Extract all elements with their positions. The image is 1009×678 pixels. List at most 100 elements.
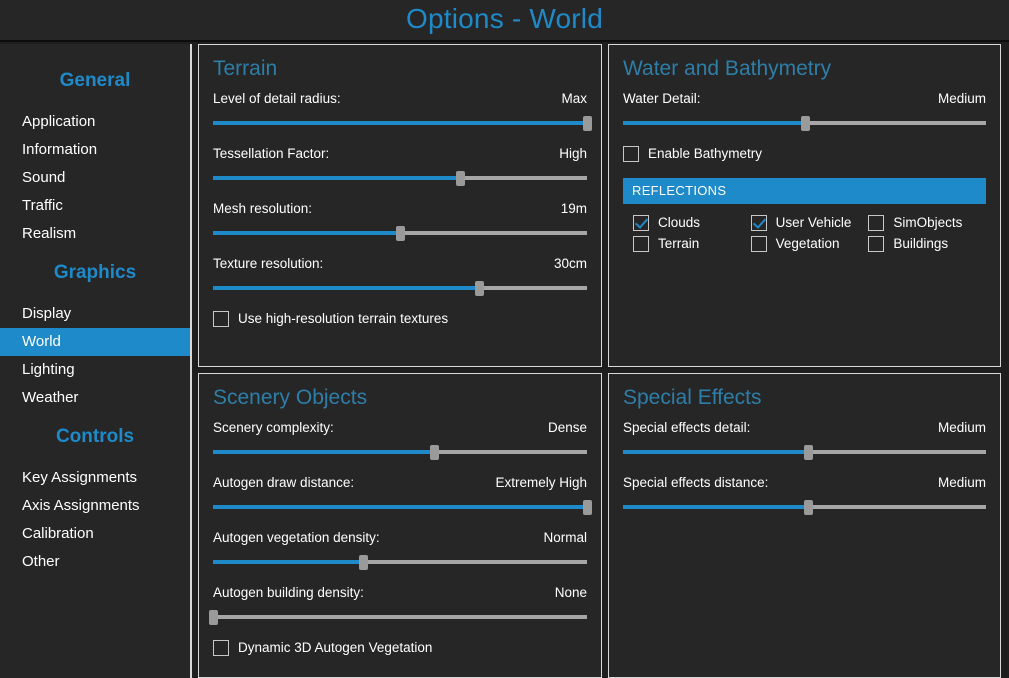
slider-tessellation-factor[interactable] [213, 171, 587, 185]
checkbox-box[interactable] [213, 311, 229, 327]
panel-title-effects: Special Effects [623, 386, 986, 410]
slider-thumb[interactable] [583, 116, 592, 131]
slider-label: Level of detail radius: [213, 91, 341, 107]
checkbox-label: Use high-resolution terrain textures [238, 311, 448, 327]
slider-autogen-building-density[interactable] [213, 610, 587, 624]
slider-thumb[interactable] [804, 500, 813, 515]
settings-sidebar: GeneralApplicationInformationSoundTraffi… [0, 44, 192, 678]
slider-thumb[interactable] [475, 281, 484, 296]
checkbox-label: Dynamic 3D Autogen Vegetation [238, 640, 432, 656]
slider-value: Medium [938, 91, 986, 107]
checkbox-user-vehicle[interactable]: User Vehicle [751, 215, 869, 231]
sidebar-item-display[interactable]: Display [0, 300, 190, 328]
slider-value: Normal [543, 530, 587, 546]
slider-mesh-resolution[interactable] [213, 226, 587, 240]
slider-row-water-detail: Water Detail: Medium [623, 91, 986, 130]
checkbox-buildings[interactable]: Buildings [868, 236, 986, 252]
sidebar-item-weather[interactable]: Weather [0, 384, 190, 412]
section-banner-reflections: REFLECTIONS [623, 178, 986, 204]
slider-value: None [555, 585, 587, 601]
slider-row-autogen-building-density: Autogen building density:None [213, 585, 587, 624]
sidebar-item-world[interactable]: World [0, 328, 190, 356]
window-titlebar: Options - World [0, 0, 1009, 42]
panel-body-water: Water Detail: Medium Enable Bathymetry REFL… [623, 91, 986, 252]
slider-rail [213, 615, 587, 619]
checkmark-icon[interactable] [751, 215, 767, 231]
checkbox-terrain[interactable]: Terrain [633, 236, 751, 252]
checkbox-simobjects[interactable]: SimObjects [868, 215, 986, 231]
sidebar-item-axis-assignments[interactable]: Axis Assignments [0, 492, 190, 520]
slider-texture-resolution[interactable] [213, 281, 587, 295]
slider-special-effects-detail[interactable] [623, 445, 986, 459]
checkbox-label: Terrain [658, 236, 699, 252]
sidebar-item-other[interactable]: Other [0, 548, 190, 576]
slider-row-autogen-draw-distance: Autogen draw distance:Extremely High [213, 475, 587, 514]
slider-thumb[interactable] [209, 610, 218, 625]
sidebar-item-information[interactable]: Information [0, 136, 190, 164]
sidebar-item-sound[interactable]: Sound [0, 164, 190, 192]
slider-fill [213, 286, 479, 290]
slider-row-mesh-resolution: Mesh resolution: 19m [213, 201, 587, 240]
slider-thumb[interactable] [359, 555, 368, 570]
slider-labels: Scenery complexity:Dense [213, 420, 587, 436]
checkbox-box[interactable] [868, 215, 884, 231]
checkbox-box[interactable] [633, 236, 649, 252]
panel-body-terrain: Level of detail radius: Max Tessellation F… [213, 91, 587, 327]
panel-body-scenery: Scenery complexity:Dense Autogen draw dis… [213, 420, 587, 656]
slider-row-special-effects-distance: Special effects distance:Medium [623, 475, 986, 514]
sidebar-item-application[interactable]: Application [0, 108, 190, 136]
checkbox-dynamic-3d-autogen-vegetation[interactable]: Dynamic 3D Autogen Vegetation [213, 640, 587, 656]
slider-value: 30cm [554, 256, 587, 272]
slider-special-effects-distance[interactable] [623, 500, 986, 514]
slider-value: Max [561, 91, 587, 107]
sidebar-item-key-assignments[interactable]: Key Assignments [0, 464, 190, 492]
slider-label: Texture resolution: [213, 256, 323, 272]
slider-scenery-complexity[interactable] [213, 445, 587, 459]
slider-thumb[interactable] [583, 500, 592, 515]
checkmark-icon[interactable] [633, 215, 649, 231]
slider-fill [623, 121, 805, 125]
slider-labels: Texture resolution: 30cm [213, 256, 587, 272]
slider-value: Extremely High [495, 475, 587, 491]
slider-value: Dense [548, 420, 587, 436]
checkbox-box[interactable] [868, 236, 884, 252]
checkbox-use-high-resolution-terrain-textures[interactable]: Use high-resolution terrain textures [213, 311, 587, 327]
slider-thumb[interactable] [456, 171, 465, 186]
slider-labels: Autogen draw distance:Extremely High [213, 475, 587, 491]
slider-thumb[interactable] [430, 445, 439, 460]
sidebar-item-calibration[interactable]: Calibration [0, 520, 190, 548]
slider-thumb[interactable] [801, 116, 810, 131]
slider-water-detail[interactable] [623, 116, 986, 130]
checkbox-label: User Vehicle [776, 215, 852, 231]
checkbox-box[interactable] [623, 146, 639, 162]
checkbox-enable-bathymetry[interactable]: Enable Bathymetry [623, 146, 986, 162]
slider-labels: Autogen vegetation density:Normal [213, 530, 587, 546]
sidebar-item-realism[interactable]: Realism [0, 220, 190, 248]
slider-level-of-detail-radius[interactable] [213, 116, 587, 130]
reflections-checkbox-grid: Clouds User Vehicle SimObjects Terrain Veget… [623, 215, 986, 252]
sidebar-item-lighting[interactable]: Lighting [0, 356, 190, 384]
slider-labels: Autogen building density:None [213, 585, 587, 601]
slider-value: 19m [561, 201, 587, 217]
slider-fill [213, 505, 587, 509]
slider-label: Water Detail: [623, 91, 701, 107]
checkbox-box[interactable] [213, 640, 229, 656]
checkbox-clouds[interactable]: Clouds [633, 215, 751, 231]
slider-label: Special effects detail: [623, 420, 750, 436]
slider-fill [213, 176, 460, 180]
slider-thumb[interactable] [396, 226, 405, 241]
nav-group-controls: ControlsKey AssignmentsAxis AssignmentsC… [0, 414, 190, 576]
nav-heading-controls: Controls [0, 414, 190, 464]
sidebar-item-traffic[interactable]: Traffic [0, 192, 190, 220]
slider-fill [623, 505, 808, 509]
checkbox-box[interactable] [751, 236, 767, 252]
slider-thumb[interactable] [804, 445, 813, 460]
slider-row-tessellation-factor: Tessellation Factor:High [213, 146, 587, 185]
slider-row-special-effects-detail: Special effects detail:Medium [623, 420, 986, 459]
checkbox-vegetation[interactable]: Vegetation [751, 236, 869, 252]
slider-row-texture-resolution: Texture resolution: 30cm [213, 256, 587, 295]
slider-autogen-draw-distance[interactable] [213, 500, 587, 514]
slider-label: Mesh resolution: [213, 201, 312, 217]
slider-autogen-vegetation-density[interactable] [213, 555, 587, 569]
checkbox-label: Vegetation [776, 236, 840, 252]
